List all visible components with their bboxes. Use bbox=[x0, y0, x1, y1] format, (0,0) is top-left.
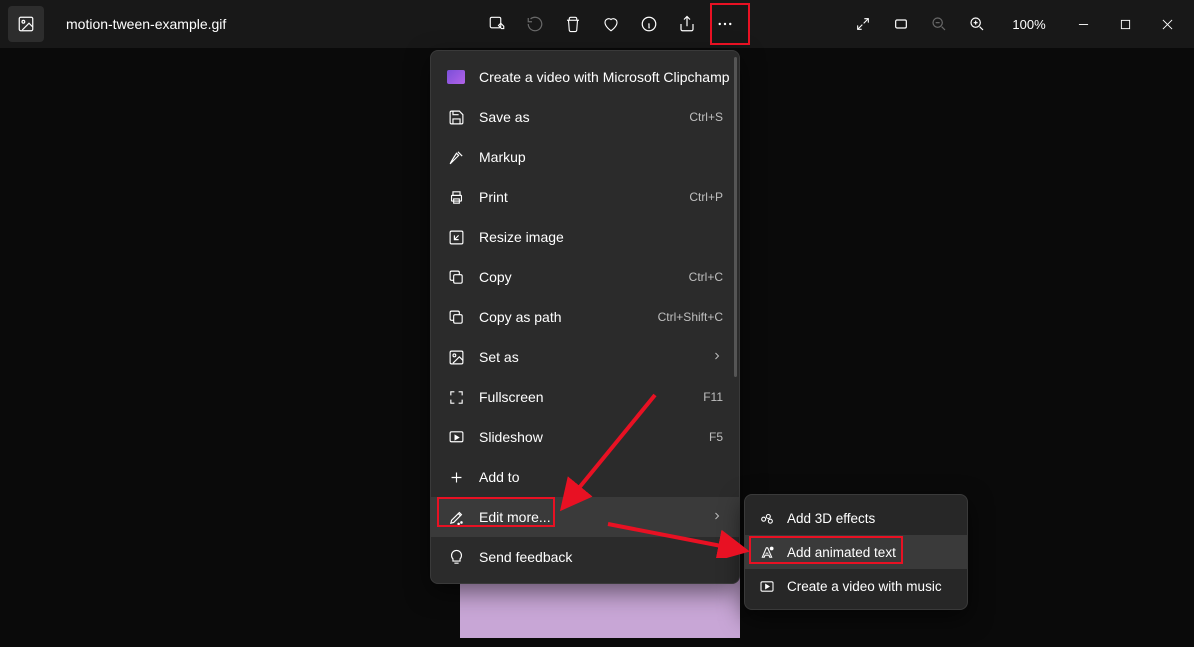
editmore-icon bbox=[447, 508, 465, 526]
menu-item-shortcut: Ctrl+C bbox=[689, 270, 723, 284]
minimize-button[interactable] bbox=[1062, 4, 1104, 44]
menu-item-shortcut: F11 bbox=[703, 390, 723, 404]
menu-item-label: Fullscreen bbox=[479, 389, 689, 405]
menu-item-feedback[interactable]: Send feedback bbox=[431, 537, 739, 577]
zoom-in-icon bbox=[969, 16, 985, 32]
chevron-right-icon bbox=[711, 509, 723, 525]
effects3d-icon bbox=[759, 510, 775, 526]
animtext-icon bbox=[759, 544, 775, 560]
menu-item-label: Add to bbox=[479, 469, 723, 485]
share-icon bbox=[678, 15, 696, 33]
menu-item-fullscreen[interactable]: Fullscreen F11 bbox=[431, 377, 739, 417]
picture-icon bbox=[17, 15, 35, 33]
expand-icon bbox=[855, 16, 871, 32]
submenu-item-animtext[interactable]: Add animated text bbox=[745, 535, 967, 569]
submenu-item-effects3d[interactable]: Add 3D effects bbox=[745, 501, 967, 535]
menu-item-save[interactable]: Save as Ctrl+S bbox=[431, 97, 739, 137]
menu-item-label: Print bbox=[479, 189, 675, 205]
copy-icon bbox=[447, 268, 465, 286]
menu-item-label: Slideshow bbox=[479, 429, 695, 445]
zoom-level: 100% bbox=[1008, 17, 1050, 32]
menu-item-copy[interactable]: Copy Ctrl+C bbox=[431, 257, 739, 297]
clipchamp-icon bbox=[447, 68, 465, 86]
menu-item-editmore[interactable]: Edit more... bbox=[431, 497, 739, 537]
menu-item-label: Resize image bbox=[479, 229, 723, 245]
menu-item-shortcut: Ctrl+Shift+C bbox=[658, 310, 723, 324]
menu-item-print[interactable]: Print Ctrl+P bbox=[431, 177, 739, 217]
maximize-icon bbox=[1120, 19, 1131, 30]
menu-item-label: Set as bbox=[479, 349, 697, 365]
info-button[interactable] bbox=[630, 5, 668, 43]
menu-item-shortcut: Ctrl+P bbox=[689, 190, 723, 204]
zoom-out-button[interactable] bbox=[920, 5, 958, 43]
print-icon bbox=[447, 188, 465, 206]
menu-item-copypath[interactable]: Copy as path Ctrl+Shift+C bbox=[431, 297, 739, 337]
menu-item-resize[interactable]: Resize image bbox=[431, 217, 739, 257]
submenu-item-videomusic[interactable]: Create a video with music bbox=[745, 569, 967, 603]
heart-icon bbox=[602, 15, 620, 33]
edit-image-button[interactable] bbox=[478, 5, 516, 43]
fullscreen-toggle-button[interactable] bbox=[844, 5, 882, 43]
submenu-item-label: Add animated text bbox=[787, 545, 896, 560]
rotate-icon bbox=[526, 15, 544, 33]
menu-item-label: Copy as path bbox=[479, 309, 644, 325]
rotate-button bbox=[516, 5, 554, 43]
fit-button[interactable] bbox=[882, 5, 920, 43]
file-thumbnail bbox=[8, 6, 44, 42]
feedback-icon bbox=[447, 548, 465, 566]
menu-item-label: Send feedback bbox=[479, 549, 723, 565]
menu-item-label: Create a video with Microsoft Clipchamp bbox=[479, 69, 730, 85]
menu-item-addto[interactable]: Add to bbox=[431, 457, 739, 497]
minimize-icon bbox=[1078, 19, 1089, 30]
share-button[interactable] bbox=[668, 5, 706, 43]
zoom-out-icon bbox=[931, 16, 947, 32]
info-icon bbox=[640, 15, 658, 33]
menu-item-slideshow[interactable]: Slideshow F5 bbox=[431, 417, 739, 457]
more-button[interactable] bbox=[706, 5, 744, 43]
more-dropdown-menu: Create a video with Microsoft Clipchamp S… bbox=[430, 50, 740, 584]
markup-icon bbox=[447, 148, 465, 166]
more-icon bbox=[716, 15, 734, 33]
copypath-icon bbox=[447, 308, 465, 326]
menu-item-label: Markup bbox=[479, 149, 723, 165]
menu-item-setas[interactable]: Set as bbox=[431, 337, 739, 377]
menu-item-label: Edit more... bbox=[479, 509, 697, 525]
menu-item-shortcut: Ctrl+S bbox=[689, 110, 723, 124]
zoom-in-button[interactable] bbox=[958, 5, 996, 43]
menu-item-label: Copy bbox=[479, 269, 675, 285]
resize-icon bbox=[447, 228, 465, 246]
toolbar-right: 100% bbox=[844, 0, 1188, 48]
submenu-item-label: Add 3D effects bbox=[787, 511, 875, 526]
slideshow-icon bbox=[447, 428, 465, 446]
videomusic-icon bbox=[759, 578, 775, 594]
edit-image-icon bbox=[488, 15, 506, 33]
fit-icon bbox=[893, 16, 909, 32]
menu-item-clipchamp[interactable]: Create a video with Microsoft Clipchamp bbox=[431, 57, 739, 97]
addto-icon bbox=[447, 468, 465, 486]
filename: motion-tween-example.gif bbox=[66, 16, 226, 32]
delete-button[interactable] bbox=[554, 5, 592, 43]
trash-icon bbox=[564, 15, 582, 33]
menu-item-shortcut: F5 bbox=[709, 430, 723, 444]
save-icon bbox=[447, 108, 465, 126]
chevron-right-icon bbox=[711, 349, 723, 365]
setas-icon bbox=[447, 348, 465, 366]
toolbar-center bbox=[478, 0, 744, 48]
edit-more-submenu: Add 3D effects Add animated text Create a … bbox=[744, 494, 968, 610]
favorite-button[interactable] bbox=[592, 5, 630, 43]
fullscreen-icon bbox=[447, 388, 465, 406]
menu-item-markup[interactable]: Markup bbox=[431, 137, 739, 177]
close-button[interactable] bbox=[1146, 4, 1188, 44]
submenu-item-label: Create a video with music bbox=[787, 579, 942, 594]
close-icon bbox=[1162, 19, 1173, 30]
maximize-button[interactable] bbox=[1104, 4, 1146, 44]
menu-item-label: Save as bbox=[479, 109, 675, 125]
